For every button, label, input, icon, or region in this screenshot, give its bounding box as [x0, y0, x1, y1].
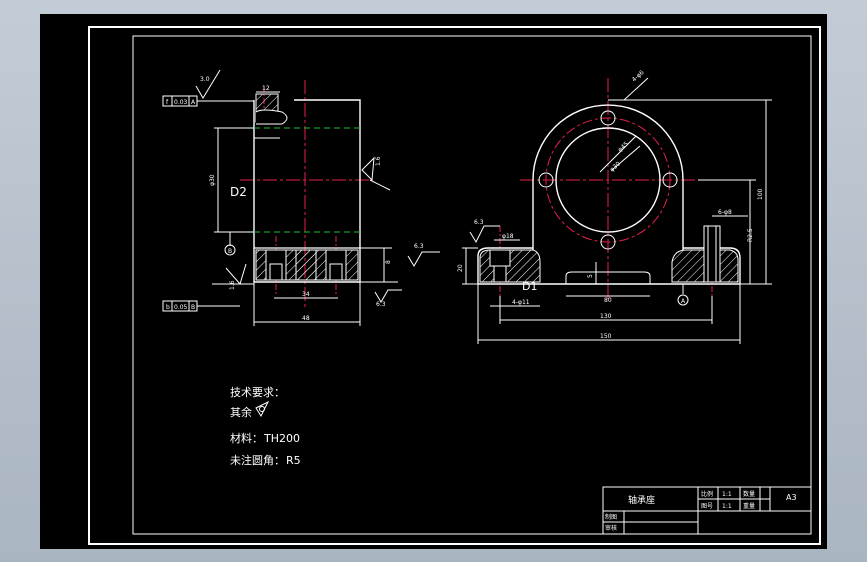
tolerance-top-symbol: f [166, 99, 169, 106]
tb-drawn: 制图 [605, 513, 617, 521]
hole-callout-text: 4-φ6 [631, 69, 646, 84]
front-left-hole [493, 265, 507, 283]
surface-mark-right [361, 156, 375, 182]
surface-mark-top [195, 69, 221, 99]
tb-sheet: A3 [786, 493, 797, 502]
left-top-notch [255, 109, 288, 125]
tb-r2c2: 1:1 [722, 503, 732, 510]
dim-bore-text: φ30 [209, 174, 216, 186]
notes-surface-mark [255, 400, 270, 418]
notes-title: 技术要求： [230, 386, 285, 399]
dim-height-text: 100 [757, 188, 764, 200]
surface-value-3: 6.3 [414, 243, 424, 250]
technical-notes: 技术要求： 其余 材料： TH200 未注圆角： R5 [230, 386, 301, 467]
notes-line-3-label: 未注圆角： [230, 453, 285, 467]
tolerance-top-value: 0.03 [174, 99, 188, 106]
surface-value-5: 6.3 [376, 301, 386, 308]
tb-r2c3: 重量 [743, 502, 755, 510]
bolt-circle-text: φ45 [617, 140, 630, 153]
left-base-mid [295, 249, 317, 281]
surface-value-1: 3.0 [200, 76, 210, 83]
left-base-hole-1b [269, 263, 283, 281]
tb-r1c1: 比例 [701, 490, 713, 498]
front-view-label: D1 [522, 280, 537, 293]
tb-r1c2: 1:1 [722, 491, 732, 498]
surface-mark-step [407, 251, 440, 267]
front-right-hole [703, 225, 721, 283]
datum-b-letter: B [228, 248, 232, 255]
notes-line-2-label: 材料： [230, 431, 263, 445]
surface-value-2: 1.6 [375, 156, 382, 166]
outer-border [88, 26, 821, 545]
tolerance-top-datum: A [191, 99, 196, 106]
left-view-label: D2 [230, 185, 247, 199]
dim-top-text: 12 [262, 85, 270, 92]
dim-slot-w-text: 80 [604, 297, 612, 304]
tolerance-bottom-value: 0.05 [174, 304, 188, 311]
notes-line-3-value: R5 [286, 454, 301, 467]
dim-slot-h-text: 5 [587, 274, 594, 278]
front-surface-text: 6.3 [474, 219, 484, 226]
title-block-name: 轴承座 [628, 494, 655, 506]
front-left-counterbore [489, 249, 511, 267]
dim-base-h-text: 20 [457, 264, 464, 272]
right-detail-text-1: 6-φ8 [718, 209, 732, 216]
left-view [162, 69, 440, 326]
counterbore-text: φ18 [502, 233, 514, 240]
dim-inner-text: 34 [302, 291, 310, 298]
left-base-hole-2b [329, 263, 343, 281]
dim-step-text: 8 [385, 260, 392, 264]
tolerance-bottom-datum: B [191, 304, 195, 311]
cad-drawing: f 0.03 A b 0.05 B 3.0 1.6 6.3 1.6 6.3 12… [88, 26, 821, 545]
dim-mid-w-text: 130 [600, 313, 612, 320]
dim-outer-text: 48 [302, 315, 310, 322]
tb-r1c3: 数量 [743, 490, 755, 498]
bore-text: φ30 [609, 160, 622, 173]
left-hole-text: 4-φ11 [512, 299, 530, 306]
right-detail-text-2: R2.5 [747, 228, 754, 242]
dim-total-w-text: 150 [600, 333, 612, 340]
tb-r2c1: 图号 [701, 503, 713, 510]
tolerance-bottom-symbol: b [166, 304, 170, 311]
surface-value-4: 1.6 [229, 280, 236, 290]
tb-checked: 审核 [605, 524, 617, 532]
notes-line-2-value: TH200 [263, 432, 300, 445]
notes-line-1: 其余 [230, 405, 252, 419]
